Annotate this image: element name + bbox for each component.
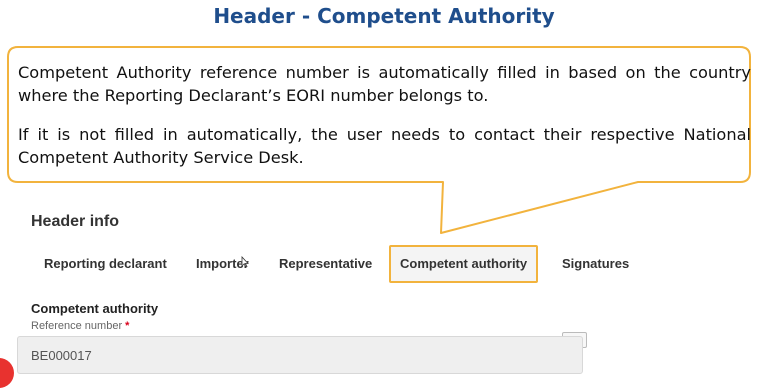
tab-competent-authority[interactable]: Competent authority bbox=[389, 245, 539, 283]
callout-paragraph-1: Competent Authority reference number is … bbox=[18, 63, 751, 105]
required-marker: * bbox=[125, 320, 130, 332]
tab-reporting-declarant[interactable]: Reporting declarant bbox=[44, 246, 167, 282]
reference-number-input[interactable] bbox=[17, 336, 583, 374]
competent-authority-section-title: Competent authority bbox=[31, 301, 159, 316]
reference-number-label-text: Reference number bbox=[31, 320, 123, 332]
mouse-cursor-icon bbox=[241, 256, 249, 268]
tab-signatures[interactable]: Signatures bbox=[562, 246, 629, 282]
header-info-heading: Header info bbox=[31, 213, 120, 230]
reference-number-label: Reference number * bbox=[31, 320, 129, 332]
callout-paragraph-2: If it is not filled in automatically, th… bbox=[18, 125, 751, 167]
tab-representative[interactable]: Representative bbox=[279, 246, 372, 282]
callout-text: Competent Authority reference number is … bbox=[18, 61, 751, 169]
